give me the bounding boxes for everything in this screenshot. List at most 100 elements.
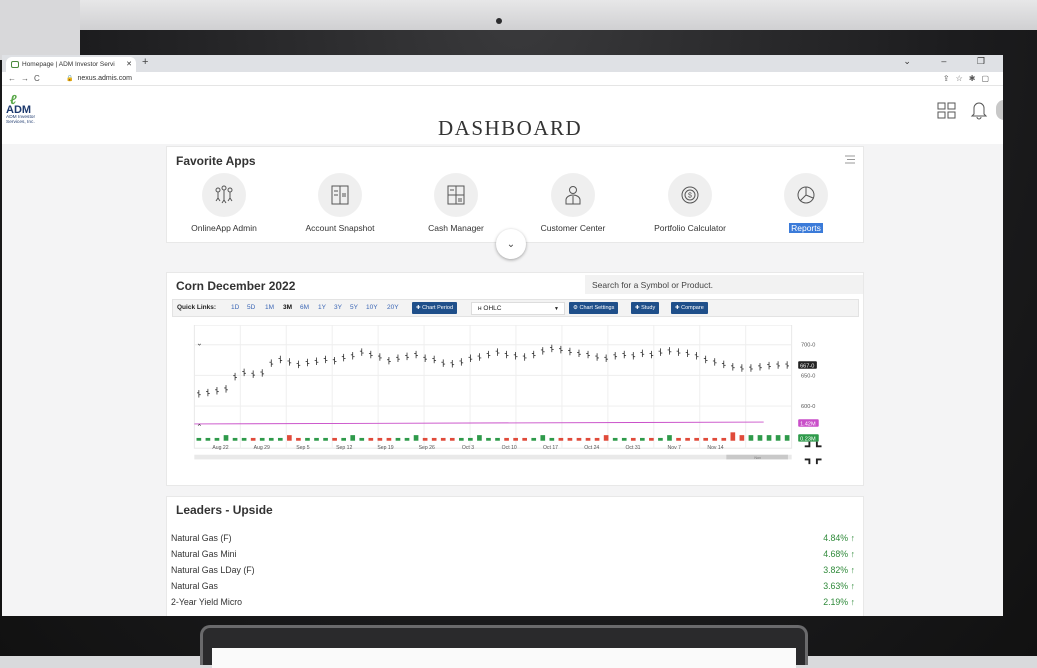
leader-row[interactable]: Natural Gas (F) 4.84% ↑ <box>171 533 861 543</box>
chart-settings-button[interactable]: ⚙ Chart Settings <box>569 302 619 314</box>
volume-bar <box>667 435 672 441</box>
app-label: Account Snapshot <box>305 223 375 233</box>
close-tab-icon[interactable]: ✕ <box>126 57 132 72</box>
nav-buttons[interactable]: ←→C <box>8 72 45 86</box>
period-10y[interactable]: 10Y <box>366 304 378 311</box>
volume-bar <box>730 432 736 441</box>
screen: Homepage | ADM Investor Servi ✕ + ⌄ – ❐ … <box>2 55 1003 616</box>
volume-bar <box>522 437 528 441</box>
period-20y[interactable]: 20Y <box>387 304 399 311</box>
quick-links-label: Quick Links: <box>177 304 217 311</box>
volume-bar <box>395 437 401 441</box>
chevron-down-icon: ⌄ <box>506 238 516 250</box>
price-tick-label: 700-0 <box>801 343 815 349</box>
leader-row[interactable]: Natural Gas 3.63% ↑ <box>171 581 861 591</box>
x-axis-label: Sep 5 <box>296 445 310 451</box>
new-tab-button[interactable]: + <box>142 56 148 68</box>
volume-bar <box>486 437 491 441</box>
leader-name: 2-Year Yield Micro <box>171 597 243 607</box>
tab-title: Homepage | ADM Investor Servi <box>22 61 115 68</box>
volume-bar <box>658 437 663 441</box>
webcam <box>496 18 502 24</box>
avatar[interactable] <box>996 100 1003 120</box>
svg-text:$: $ <box>688 193 692 200</box>
chart-period-button[interactable]: ✚ Chart Period <box>412 302 458 314</box>
favorite-apps-card: Favorite Apps OnlineApp Admin Account Sn… <box>166 146 864 243</box>
price-chart[interactable]: 700-0 650-0 600-0 667-0 1.42M 0.23M Aug 22 Aug … <box>177 325 837 465</box>
address-bar: ←→C 🔒 nexus.admis.com ⇪☆✱▢ <box>2 72 1003 86</box>
app-account-snapshot[interactable]: Account Snapshot <box>280 173 400 236</box>
current-price-label: 667-0 <box>800 363 814 369</box>
chart-title: Corn December 2022 <box>176 279 296 293</box>
navigator-label: Nov <box>754 456 761 460</box>
app-grid-icon[interactable] <box>937 102 957 120</box>
app-icon-circle <box>202 173 246 217</box>
browser-toolbar-icons[interactable]: ⇪☆✱▢ <box>943 72 995 86</box>
volume-bar <box>196 437 202 441</box>
expand-apps-button[interactable]: ⌄ <box>496 229 526 259</box>
leader-row[interactable]: Natural Gas LDay (F) 3.82% ↑ <box>171 565 861 575</box>
volume-value-label: 0.23M <box>800 436 816 442</box>
filter-settings-icon[interactable] <box>845 155 855 164</box>
period-5y[interactable]: 5Y <box>350 304 358 311</box>
volume-bar <box>576 437 582 441</box>
period-6m[interactable]: 6M <box>300 304 309 311</box>
price-tick-label: 650-0 <box>801 373 815 379</box>
url-text: nexus.admis.com <box>77 75 132 82</box>
compare-button[interactable]: ✚ Compare <box>671 302 708 314</box>
volume-bar <box>214 437 220 441</box>
adm-logo[interactable]: ℓ ADM ADM Investor Services, Inc. <box>6 93 56 125</box>
url-field[interactable]: 🔒 nexus.admis.com <box>66 72 132 86</box>
study-button[interactable]: ✚ Study <box>631 302 660 314</box>
app-reports[interactable]: Reports <box>746 173 866 236</box>
volume-bar <box>630 437 636 441</box>
volume-bar <box>468 437 473 441</box>
volume-bar <box>748 435 754 441</box>
app-portfolio-calculator[interactable]: $ Portfolio Calculator <box>630 173 750 236</box>
volume-bar <box>341 437 346 441</box>
chart-type-select[interactable]: ʜ OHLC ▼ <box>471 302 565 315</box>
laptop-base <box>212 648 796 668</box>
period-1m[interactable]: 1M <box>265 304 274 311</box>
x-axis-label: Aug 22 <box>212 445 228 451</box>
x-axis-label: Sep 26 <box>419 445 435 451</box>
leader-name: Natural Gas <box>171 581 218 591</box>
leader-row[interactable]: 2-Year Yield Micro 2.19% ↑ <box>171 597 861 607</box>
chart-settings-label: Chart Settings <box>579 305 615 311</box>
logo-text: ADM <box>6 104 32 116</box>
period-3y[interactable]: 3Y <box>334 304 342 311</box>
period-1d[interactable]: 1D <box>231 304 239 311</box>
period-5d[interactable]: 5D <box>247 304 255 311</box>
app-onlineapp-admin[interactable]: OnlineApp Admin <box>164 173 284 236</box>
x-axis-label: Oct 3 <box>462 445 474 451</box>
volume-bar <box>305 437 310 441</box>
volume-bar <box>549 437 555 441</box>
collapse-price-icon: ⌄ <box>196 339 202 348</box>
leader-pct: 3.63% ↑ <box>823 581 855 591</box>
page-title: DASHBOARD <box>438 116 583 140</box>
volume-bar <box>567 437 573 441</box>
volume-bar <box>359 437 365 441</box>
browser-tab[interactable]: Homepage | ADM Investor Servi ✕ <box>6 57 136 72</box>
app-cash-manager[interactable]: Cash Manager <box>396 173 516 236</box>
symbol-search-input[interactable]: Search for a Symbol or Product. <box>585 275 863 294</box>
leader-row[interactable]: Natural Gas Mini 4.68% ↑ <box>171 549 861 559</box>
volume-bar <box>739 435 745 441</box>
volume-bar <box>250 437 256 441</box>
leader-name: Natural Gas (F) <box>171 533 232 543</box>
volume-bar <box>368 437 374 441</box>
lock-icon: 🔒 <box>66 76 74 82</box>
volume-bar <box>413 435 419 441</box>
app-icon-circle <box>434 173 478 217</box>
bell-icon[interactable] <box>970 100 988 120</box>
volume-bar <box>531 437 537 441</box>
volume-bar <box>513 437 518 441</box>
period-3m[interactable]: 3M <box>283 304 292 311</box>
app-label: OnlineApp Admin <box>191 223 257 233</box>
app-customer-center[interactable]: Customer Center <box>513 173 633 236</box>
app-label: Portfolio Calculator <box>654 223 726 233</box>
volume-bar <box>350 435 356 441</box>
x-axis-label: Aug 29 <box>254 445 270 451</box>
window-controls[interactable]: ⌄ – ❐ <box>903 56 999 67</box>
period-1y[interactable]: 1Y <box>318 304 326 311</box>
